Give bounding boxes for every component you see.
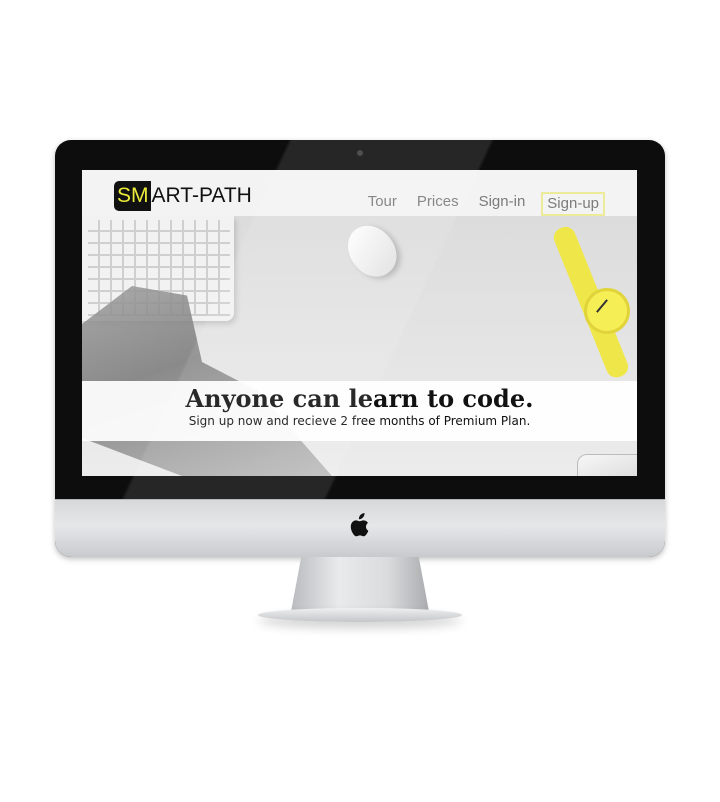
site-navbar: SM ART-PATH Tour Prices Sign-in Sign-up bbox=[82, 170, 637, 216]
hero-subline: Sign up now and recieve 2 free months of… bbox=[188, 414, 531, 428]
site-logo[interactable]: SM ART-PATH bbox=[114, 181, 252, 211]
hero-photo: Anyone can learn to code. Sign up now an… bbox=[82, 216, 637, 476]
watch-face-image bbox=[584, 288, 630, 334]
hero-banner: Anyone can learn to code. Sign up now an… bbox=[82, 381, 637, 441]
camera-dot bbox=[357, 150, 363, 156]
site-nav: Tour Prices Sign-in Sign-up bbox=[364, 192, 605, 216]
nav-link-prices[interactable]: Prices bbox=[413, 192, 463, 216]
hero-headline: Anyone can learn to code. bbox=[185, 384, 534, 413]
apple-icon bbox=[350, 513, 369, 537]
monitor: SM ART-PATH Tour Prices Sign-in Sign-up bbox=[55, 140, 665, 557]
stand-foot bbox=[258, 608, 462, 622]
nav-link-sign-in[interactable]: Sign-in bbox=[475, 192, 530, 216]
monitor-chin bbox=[55, 499, 665, 557]
mouse-image bbox=[338, 216, 406, 286]
logo-text: ART-PATH bbox=[151, 184, 252, 207]
logo-highlight: SM bbox=[114, 181, 151, 211]
website-screen: SM ART-PATH Tour Prices Sign-in Sign-up bbox=[82, 170, 637, 476]
nav-link-sign-up[interactable]: Sign-up bbox=[541, 192, 605, 216]
nav-link-tour[interactable]: Tour bbox=[364, 192, 401, 216]
phone-image bbox=[577, 454, 637, 476]
imac-mockup: SM ART-PATH Tour Prices Sign-in Sign-up bbox=[0, 0, 720, 802]
